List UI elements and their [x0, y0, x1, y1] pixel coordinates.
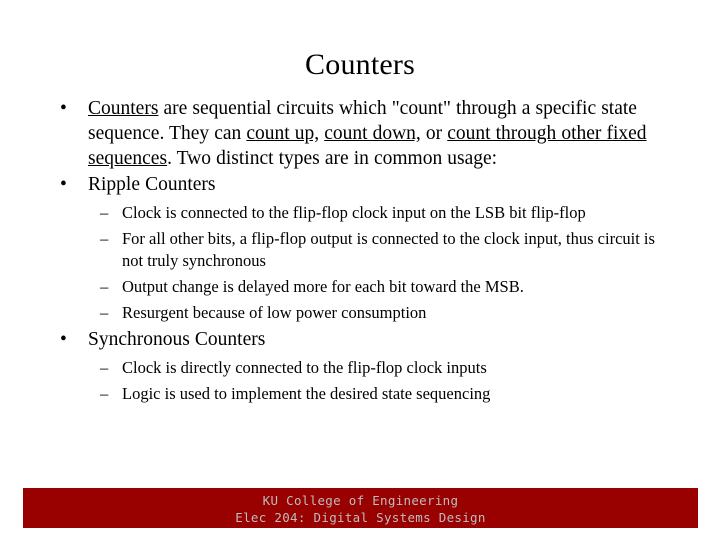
sub-bullet-group: – Clock is directly connected to the flip…	[55, 357, 670, 405]
sub-bullet-item: – Output change is delayed more for each …	[55, 276, 670, 298]
sub-bullet-group: – Clock is connected to the flip-flop clo…	[55, 202, 670, 324]
bullet-item: • Ripple Counters	[55, 172, 670, 197]
key-term: count down,	[324, 123, 421, 144]
footer-banner: KU College of Engineering Elec 204: Digi…	[23, 488, 698, 528]
dash-marker-icon: –	[100, 303, 109, 322]
bullet-text: Resurgent because of low power consumpti…	[122, 303, 427, 322]
dash-marker-icon: –	[100, 203, 109, 222]
slide: Counters • Counters are sequential circui…	[0, 0, 720, 540]
bullet-text: For all other bits, a flip-flop output i…	[122, 229, 655, 270]
footer-course: Elec 204: Digital Systems Design	[235, 510, 486, 525]
bullet-text: Logic is used to implement the desired s…	[122, 384, 491, 403]
dash-marker-icon: –	[100, 277, 109, 296]
bullet-text: Synchronous Counters	[88, 329, 266, 350]
sub-bullet-item: – Clock is directly connected to the flip…	[55, 357, 670, 379]
sub-bullet-item: – For all other bits, a flip-flop output …	[55, 228, 670, 272]
key-term: Counters	[88, 98, 159, 119]
key-term: count up,	[246, 123, 320, 144]
bullet-text: Ripple Counters	[88, 174, 216, 195]
bullet-text: or	[420, 123, 448, 144]
bullet-marker-icon: •	[60, 329, 67, 350]
sub-bullet-item: – Clock is connected to the flip-flop clo…	[55, 202, 670, 224]
dash-marker-icon: –	[100, 229, 109, 248]
dash-marker-icon: –	[100, 358, 109, 377]
bullet-marker-icon: •	[60, 98, 67, 119]
bullet-text: Output change is delayed more for each b…	[122, 277, 524, 296]
bullet-text: . Two distinct types are in common usage…	[167, 148, 498, 169]
bullet-text: Clock is connected to the flip-flop cloc…	[122, 203, 586, 222]
sub-bullet-item: – Logic is used to implement the desired …	[55, 383, 670, 405]
sub-bullet-item: – Resurgent because of low power consumpt…	[55, 302, 670, 324]
footer-organization: KU College of Engineering	[262, 493, 459, 508]
bullet-marker-icon: •	[60, 174, 67, 195]
dash-marker-icon: –	[100, 384, 109, 403]
slide-body: • Counters are sequential circuits which …	[55, 96, 670, 408]
bullet-item: • Synchronous Counters	[55, 327, 670, 352]
bullet-item: • Counters are sequential circuits which …	[55, 96, 670, 171]
page-title: Counters	[305, 48, 415, 82]
bullet-text: Clock is directly connected to the flip-…	[122, 358, 487, 377]
